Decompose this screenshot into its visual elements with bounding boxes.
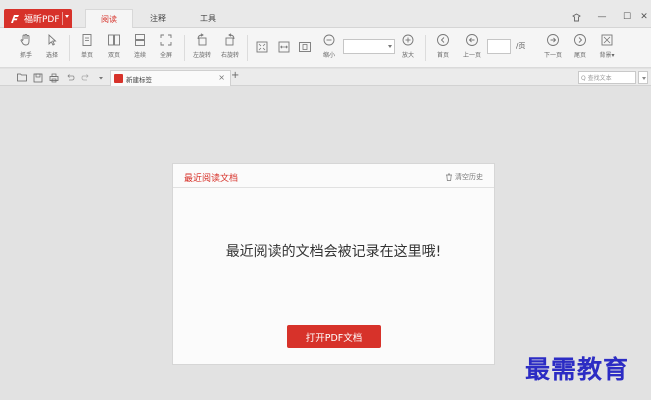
new-tab-button[interactable]: + — [231, 70, 239, 81]
trash-icon — [445, 173, 453, 181]
chevron-down-icon — [388, 45, 392, 48]
rotate-right-button[interactable]: 右旋转 — [217, 32, 243, 59]
fit-width-icon — [277, 39, 292, 54]
doc-tab-label: 新建标签 — [126, 75, 152, 84]
hand-tool-label: 抓手 — [19, 52, 32, 59]
double-page-label: 双页 — [107, 52, 120, 59]
fit-page-icon — [298, 39, 313, 54]
cursor-icon — [45, 32, 60, 47]
maximize-button[interactable]: ☐ — [620, 10, 634, 24]
continuous-icon — [133, 32, 148, 47]
undo-icon[interactable] — [64, 72, 75, 83]
customize-dropdown-icon[interactable] — [95, 72, 106, 83]
redo-icon[interactable] — [80, 72, 91, 83]
double-page-icon — [107, 32, 122, 47]
first-page-label: 首页 — [436, 52, 449, 59]
next-page-label: 下一页 — [543, 52, 562, 59]
select-tool-label: 选择 — [45, 52, 58, 59]
search-options-dropdown[interactable] — [638, 71, 648, 84]
last-page-label: 尾页 — [573, 52, 586, 59]
zoom-select[interactable] — [343, 39, 395, 54]
arrow-right-icon — [546, 32, 561, 47]
rotate-right-icon — [223, 32, 238, 47]
single-page-label: 单页 — [80, 52, 93, 59]
title-bar: 福昕PDF 阅读 注释 工具 — ☐ ✕ — [0, 0, 651, 28]
tab-new-document[interactable]: 新建标签 × — [110, 70, 231, 86]
zoom-in-icon — [401, 32, 416, 47]
tab-read[interactable]: 阅读 — [85, 9, 133, 28]
next-page-button[interactable]: 下一页 — [540, 32, 566, 59]
toolbar-ribbon: 抓手 选择 单页 双页 连续 全屏 左旋转 右旋转 缩小 放大 首页 上一页 /… — [0, 28, 651, 68]
quick-access-bar: 新建标签 × + Q 查找文本 — [0, 69, 651, 86]
arrow-left-icon — [465, 32, 480, 47]
panel-title: 最近阅读文档 — [184, 174, 239, 184]
print-icon[interactable] — [48, 72, 59, 83]
continuous-label: 连续 — [133, 52, 146, 59]
save-icon[interactable] — [32, 72, 43, 83]
rotate-left-label: 左旋转 — [192, 52, 211, 59]
fullscreen-label: 全屏 — [159, 52, 172, 59]
single-page-button[interactable]: 单页 — [74, 32, 100, 59]
first-page-button[interactable]: 首页 — [430, 32, 456, 59]
zoom-in-button[interactable]: 放大 — [395, 32, 421, 59]
fullscreen-icon — [159, 32, 174, 47]
tab-tools[interactable]: 工具 — [190, 9, 226, 28]
app-logo-icon — [8, 12, 21, 25]
open-folder-icon[interactable] — [16, 72, 27, 83]
skin-icon[interactable] — [569, 10, 583, 24]
app-name: 福昕PDF — [24, 15, 60, 25]
search-placeholder: Q 查找文本 — [581, 75, 612, 82]
prev-page-button[interactable]: 上一页 — [459, 32, 485, 59]
minimize-button[interactable]: — — [595, 10, 609, 24]
double-page-button[interactable]: 双页 — [101, 32, 127, 59]
rotate-left-button[interactable]: 左旋转 — [189, 32, 215, 59]
clear-history-label: 清空历史 — [455, 173, 483, 181]
fullscreen-button[interactable]: 全屏 — [153, 32, 179, 59]
zoom-out-button[interactable]: 缩小 — [316, 32, 342, 59]
background-icon — [600, 32, 615, 47]
search-input[interactable]: Q 查找文本 — [578, 71, 636, 84]
select-tool-button[interactable]: 选择 — [39, 32, 65, 59]
page-number-input[interactable] — [487, 39, 511, 54]
page-total: /页 — [516, 42, 526, 50]
last-page-button[interactable]: 尾页 — [567, 32, 593, 59]
single-page-icon — [80, 32, 95, 47]
app-menu-button[interactable]: 福昕PDF — [4, 9, 72, 28]
last-page-icon — [573, 32, 588, 47]
hand-tool-button[interactable]: 抓手 — [13, 32, 39, 59]
rotate-right-label: 右旋转 — [220, 52, 239, 59]
prev-page-label: 上一页 — [462, 52, 481, 59]
first-page-icon — [436, 32, 451, 47]
empty-message: 最近阅读的文档会被记录在这里哦! — [225, 244, 442, 260]
tab-annotate[interactable]: 注释 — [140, 9, 176, 28]
recent-documents-panel: 最近阅读文档 清空历史 最近阅读的文档会被记录在这里哦! 打开PDF文档 — [172, 163, 495, 365]
hand-icon — [19, 32, 34, 47]
zoom-out-label: 缩小 — [322, 52, 335, 59]
pdf-file-icon — [114, 74, 123, 83]
actual-size-icon — [255, 39, 270, 54]
background-button[interactable]: 背景▾ — [594, 32, 620, 59]
zoom-out-icon — [322, 32, 337, 47]
clear-history-button[interactable]: 清空历史 — [445, 172, 483, 182]
open-pdf-button[interactable]: 打开PDF文档 — [287, 325, 381, 348]
zoom-in-label: 放大 — [401, 52, 414, 59]
background-label: 背景▾ — [599, 52, 615, 59]
watermark-text: 最需教育 — [525, 355, 630, 384]
fit-page-button[interactable] — [292, 39, 318, 54]
chevron-down-icon — [65, 15, 69, 18]
panel-header: 最近阅读文档 清空历史 — [173, 164, 494, 188]
close-button[interactable]: ✕ — [637, 10, 651, 24]
close-tab-icon[interactable]: × — [218, 73, 225, 82]
continuous-button[interactable]: 连续 — [127, 32, 153, 59]
rotate-left-icon — [195, 32, 210, 47]
